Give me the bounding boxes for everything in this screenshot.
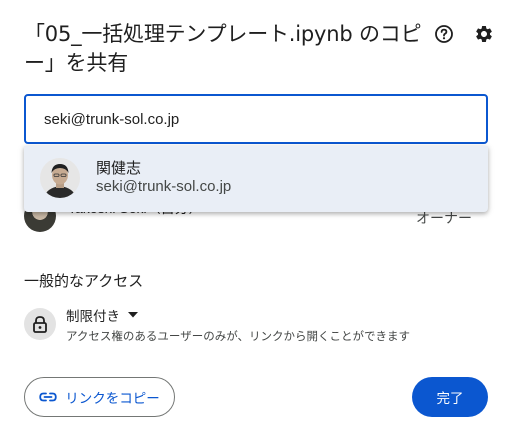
dialog-title: 「05_一括処理テンプレート.ipynb のコピー」を共有 (24, 22, 422, 75)
general-access-title: 一般的なアクセス (24, 272, 144, 290)
access-description: アクセス権のあるユーザーのみが、リンクから開くことができます (66, 329, 410, 343)
caret-down-icon (128, 312, 138, 318)
gear-icon[interactable] (472, 22, 496, 46)
suggestion-avatar (40, 158, 80, 198)
suggestion-name: 関健志 (96, 159, 142, 177)
share-email-field[interactable] (24, 94, 488, 144)
done-button[interactable]: 完了 (412, 377, 488, 417)
copy-link-button[interactable]: リンクをコピー (24, 377, 175, 417)
access-level-dropdown[interactable]: 制限付き (66, 304, 138, 326)
contact-suggestion[interactable]: 関健志 seki@trunk-sol.co.jp (24, 146, 488, 212)
lock-icon (24, 308, 56, 340)
done-label: 完了 (436, 391, 464, 407)
share-email-input[interactable] (44, 109, 464, 129)
share-dialog: 「05_一括処理テンプレート.ipynb のコピー」を共有 Takeshi Se… (0, 0, 511, 439)
copy-link-label: リンクをコピー (65, 391, 160, 407)
help-icon[interactable] (432, 22, 456, 46)
access-level-label: 制限付き (66, 309, 120, 325)
link-icon (39, 392, 57, 402)
suggestion-email: seki@trunk-sol.co.jp (96, 178, 232, 195)
